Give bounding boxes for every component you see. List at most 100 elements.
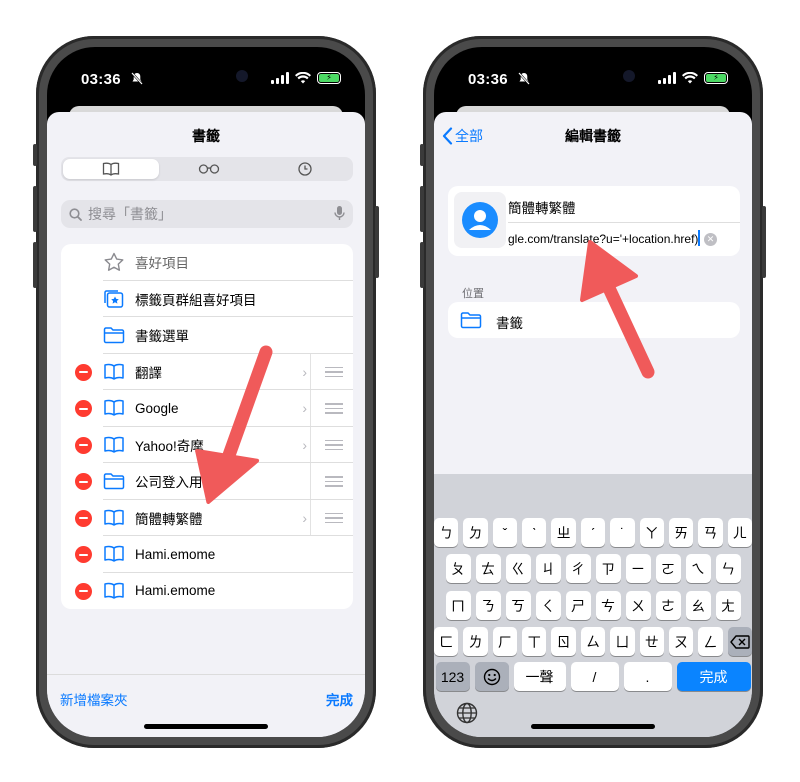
reorder-handle-icon[interactable]	[325, 512, 343, 527]
bookmark-label: 翻譯	[135, 365, 162, 381]
key-row1-9[interactable]: ㄢ	[698, 518, 723, 547]
key-row4-0[interactable]: ㄈ	[434, 627, 459, 656]
key-row2-0[interactable]: ㄆ	[445, 554, 471, 583]
key-row1-8[interactable]: ㄞ	[668, 518, 694, 547]
bookmark-row[interactable]: 書籤選單	[61, 317, 353, 354]
key-row4-4[interactable]: ㄖ	[551, 627, 576, 656]
delete-minus-icon[interactable]	[75, 509, 92, 527]
key-row1-10[interactable]: ㄦ	[727, 518, 752, 547]
location-row[interactable]: 書籤	[448, 302, 740, 338]
key-row4-9[interactable]: ㄥ	[698, 627, 723, 656]
key-row2-1[interactable]: ㄊ	[475, 554, 501, 583]
left-screen: 03:36 ⚡ 書籤 搜尋「書籤」 喜好項目 標籤頁群組喜好項目 書籤選單 翻譯…	[47, 47, 365, 737]
delete-minus-icon[interactable]	[75, 546, 92, 563]
star-icon	[103, 252, 125, 272]
emoji-key[interactable]	[474, 662, 509, 691]
delete-minus-icon[interactable]	[75, 400, 92, 417]
key-row3-8[interactable]: ㄠ	[685, 591, 711, 620]
key-row4-6[interactable]: ㄩ	[610, 627, 635, 656]
bookmark-title-field[interactable]: 簡體轉繁體	[508, 197, 576, 217]
bookmark-row[interactable]: 公司登入用	[61, 463, 353, 500]
tab-reading-list[interactable]	[161, 157, 257, 181]
clock-icon	[298, 162, 312, 176]
bookmark-row[interactable]: 標籤頁群組喜好項目	[61, 281, 353, 317]
bookmark-row[interactable]: Hami.emome	[61, 573, 353, 610]
battery-icon: ⚡	[704, 72, 728, 84]
backspace-key[interactable]	[727, 627, 752, 656]
numbers-key[interactable]: 123	[435, 662, 470, 691]
key-row1-4[interactable]: ㄓ	[551, 518, 576, 547]
bookmark-label: 喜好項目	[135, 256, 189, 272]
key-row3-3[interactable]: ㄑ	[535, 591, 561, 620]
delete-minus-icon[interactable]	[75, 363, 92, 381]
key-row2-4[interactable]: ㄔ	[565, 554, 591, 583]
key-row2-8[interactable]: ㄟ	[685, 554, 711, 583]
key-row3-4[interactable]: ㄕ	[565, 591, 591, 620]
chevron-right-icon[interactable]: ›	[302, 400, 307, 416]
delete-minus-icon[interactable]	[75, 436, 92, 454]
key-row4-1[interactable]: ㄌ	[463, 627, 488, 656]
bookmark-row[interactable]: 喜好項目	[61, 244, 353, 281]
bookmarks-segmented-control	[61, 157, 353, 181]
keyboard-done-key[interactable]: 完成	[676, 662, 751, 691]
dot-key[interactable]: .	[623, 662, 672, 691]
key-row2-3[interactable]: ㄐ	[535, 554, 561, 583]
key-row4-7[interactable]: ㄝ	[639, 627, 664, 656]
key-row1-2[interactable]: ˇ	[492, 518, 518, 547]
key-row4-5[interactable]: ㄙ	[580, 627, 606, 656]
chevron-right-icon[interactable]: ›	[302, 364, 307, 380]
key-row1-1[interactable]: ㄉ	[463, 518, 488, 547]
key-row2-7[interactable]: ㄛ	[655, 554, 681, 583]
key-row3-2[interactable]: ㄎ	[505, 591, 531, 620]
key-row3-9[interactable]: ㄤ	[715, 591, 741, 620]
clear-text-icon[interactable]: ✕	[704, 233, 717, 246]
key-row3-0[interactable]: ㄇ	[445, 591, 471, 620]
key-row3-1[interactable]: ㄋ	[475, 591, 501, 620]
key-row2-9[interactable]: ㄣ	[715, 554, 741, 583]
search-bar[interactable]: 搜尋「書籤」	[61, 200, 353, 228]
reorder-handle-icon[interactable]	[325, 403, 343, 417]
tone-first-key[interactable]: 一聲	[513, 662, 566, 691]
reorder-handle-icon[interactable]	[325, 439, 343, 454]
key-row1-0[interactable]: ㄅ	[434, 518, 459, 547]
tab-bookmarks[interactable]	[63, 159, 159, 179]
bookmark-edit-card: 簡體轉繁體 gle.com/translate?u='+location.hre…	[448, 186, 740, 256]
key-row1-5[interactable]: ˊ	[580, 518, 606, 547]
bookmark-label: Yahoo!奇摩	[135, 438, 204, 454]
key-row3-7[interactable]: ㄜ	[655, 591, 681, 620]
bookmark-row[interactable]: Yahoo!奇摩 ›	[61, 426, 353, 463]
bookmark-row[interactable]: Google ›	[61, 390, 353, 427]
glasses-icon	[198, 164, 220, 174]
search-input[interactable]: 搜尋「書籤」	[88, 204, 172, 224]
key-row3-5[interactable]: ㄘ	[595, 591, 621, 620]
location-value: 書籤	[496, 316, 523, 331]
bookmark-row[interactable]: 簡體轉繁體 ›	[61, 499, 353, 536]
globe-icon[interactable]	[456, 702, 478, 729]
key-row1-7[interactable]: ㄚ	[639, 518, 664, 547]
status-time: 03:36	[81, 71, 121, 88]
reorder-handle-icon[interactable]	[325, 366, 343, 381]
key-row1-6[interactable]: ˙	[610, 518, 635, 547]
key-row3-6[interactable]: ㄨ	[625, 591, 651, 620]
key-row4-3[interactable]: ㄒ	[522, 627, 547, 656]
delete-minus-icon[interactable]	[75, 582, 92, 600]
key-row2-6[interactable]: ㄧ	[625, 554, 651, 583]
bookmark-url-field[interactable]: gle.com/translate?u='+location.href)	[508, 232, 698, 246]
key-row4-8[interactable]: ㄡ	[668, 627, 694, 656]
key-row2-5[interactable]: ㄗ	[595, 554, 621, 583]
key-row1-3[interactable]: ˋ	[522, 518, 547, 547]
bookmark-row[interactable]: Hami.emome	[61, 536, 353, 573]
key-row2-2[interactable]: ㄍ	[505, 554, 531, 583]
microphone-icon[interactable]	[334, 205, 345, 222]
done-button[interactable]: 完成	[326, 689, 353, 709]
new-folder-button[interactable]: 新增檔案夾	[60, 689, 128, 709]
reorder-handle-icon[interactable]	[325, 476, 343, 490]
key-row4-2[interactable]: ㄏ	[492, 627, 518, 656]
bookmark-label: 書籤選單	[135, 329, 189, 345]
delete-minus-icon[interactable]	[75, 473, 92, 490]
tab-history[interactable]	[257, 157, 353, 181]
bookmark-row[interactable]: 翻譯 ›	[61, 353, 353, 390]
chevron-right-icon[interactable]: ›	[302, 510, 307, 526]
slash-key[interactable]: /	[570, 662, 619, 691]
chevron-right-icon[interactable]: ›	[302, 437, 307, 453]
